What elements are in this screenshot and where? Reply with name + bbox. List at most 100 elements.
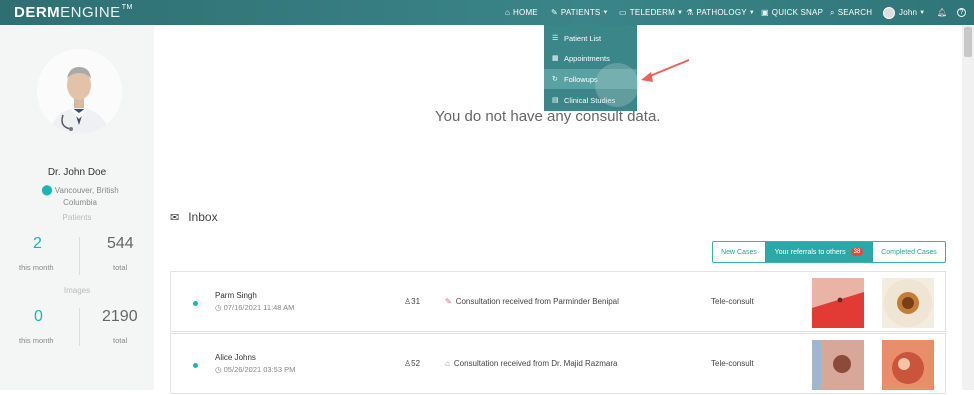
consult-date-text: 07/16/2021 11:48 AM bbox=[223, 303, 295, 312]
chevron-down-icon: ▼ bbox=[602, 9, 609, 16]
menu-item-label: Appointments bbox=[564, 53, 610, 63]
menu-item-patient-list[interactable]: ☰ Patient List bbox=[544, 28, 637, 48]
nav-pathology[interactable]: ⚗ PATHOLOGY ▼ bbox=[686, 0, 755, 25]
patient-name[interactable]: Alice Johns bbox=[215, 353, 256, 362]
consult-message: ⌂ Consultation received from Dr. Majid Ra… bbox=[445, 359, 617, 368]
lesion-thumbnail[interactable] bbox=[812, 340, 864, 390]
nav-search-label: SEARCH bbox=[837, 8, 873, 17]
patient-name[interactable]: Parm Singh bbox=[215, 291, 257, 300]
unread-dot-icon bbox=[193, 363, 198, 368]
nav-telederm[interactable]: ▭ TELEDERM ▼ bbox=[619, 0, 683, 25]
bell-icon: 🔔︎ bbox=[937, 8, 948, 17]
list-icon: ☰ bbox=[552, 35, 559, 42]
top-navbar: DERMENGINETM ⌂ HOME ✎ PATIENTS ▼ ▭ TELEDERM ▼… bbox=[0, 0, 974, 25]
doctor-location: ⬤ Vancouver, British Columbia bbox=[30, 185, 130, 209]
search-icon: ⌕ bbox=[830, 7, 835, 17]
patients-icon: ✎ bbox=[551, 8, 558, 17]
consult-message-text: Consultation received from Dr. Majid Raz… bbox=[453, 359, 618, 368]
consult-message-text: Consultation received from Parminder Ben… bbox=[455, 297, 619, 306]
consult-type: Tele-consult bbox=[711, 297, 754, 306]
tab-new-cases[interactable]: New Cases bbox=[713, 242, 765, 262]
images-this-month-count: 0 bbox=[34, 308, 43, 325]
nav-search[interactable]: ⌕ SEARCH bbox=[830, 0, 872, 25]
nav-quick-snap-label: QUICK SNAP bbox=[771, 8, 824, 17]
chevron-down-icon: ▼ bbox=[676, 9, 684, 16]
consult-date: ◷ 05/26/2021 03:53 PM bbox=[215, 365, 295, 374]
clock-icon: ◷ bbox=[215, 303, 222, 312]
dermengine-logo[interactable]: DERMENGINETM bbox=[14, 4, 133, 21]
nav-patients[interactable]: ✎ PATIENTS ▼ bbox=[551, 0, 609, 25]
tab-completed-cases[interactable]: Completed Cases bbox=[873, 242, 945, 262]
camera-icon: ▣ bbox=[761, 8, 769, 17]
home-icon: ⌂ bbox=[505, 8, 511, 17]
page-scrollbar[interactable] bbox=[962, 25, 974, 390]
annotation-arrow-icon bbox=[641, 59, 690, 82]
location-pin-icon: ⬤ bbox=[41, 185, 53, 196]
profile-sidebar: Dr. John Doe ⬤ Vancouver, British Columb… bbox=[0, 25, 154, 390]
chevron-down-icon: ▼ bbox=[748, 9, 755, 16]
inbox-tabs: New Cases Your referrals to others 38 Com… bbox=[712, 241, 946, 263]
envelope-icon: ✉ bbox=[170, 212, 180, 224]
patient-age-text: 52 bbox=[411, 359, 421, 368]
telederm-icon: ▭ bbox=[619, 8, 627, 17]
inbox-title-text: Inbox bbox=[188, 210, 218, 224]
calendar-icon: ▦ bbox=[552, 55, 559, 62]
doctor-name: Dr. John Doe bbox=[47, 167, 107, 178]
stats-divider bbox=[79, 237, 80, 275]
nav-telederm-label: TELEDERM bbox=[629, 8, 675, 17]
scrollbar-thumb[interactable] bbox=[964, 27, 972, 57]
nav-home[interactable]: ⌂ HOME bbox=[505, 0, 538, 25]
menu-item-label: Patient List bbox=[564, 33, 602, 43]
click-highlight bbox=[595, 63, 639, 107]
clock-icon: ◷ bbox=[215, 365, 222, 374]
inbox-heading: ✉ Inbox bbox=[170, 210, 218, 224]
menu-item-label: Followups bbox=[564, 74, 598, 84]
images-this-month-caption: this month bbox=[19, 336, 54, 345]
doctor-location-text: Vancouver, British Columbia bbox=[54, 186, 119, 207]
patient-age-text: 31 bbox=[411, 297, 421, 306]
patients-this-month-count: 2 bbox=[33, 235, 42, 252]
patients-stats-label: Patients bbox=[62, 213, 92, 222]
inbox-row[interactable]: Alice Johns ◷ 05/26/2021 03:53 PM ♙52 ⌂ C… bbox=[170, 333, 946, 394]
nav-quick-snap[interactable]: ▣ QUICK SNAP bbox=[761, 0, 823, 25]
consult-message: ✎ Consultation received from Parminder Be… bbox=[445, 297, 619, 306]
hospital-icon: ⌂ bbox=[445, 359, 450, 368]
tab-referrals-label: Your referrals to others bbox=[774, 248, 846, 256]
logo-bold-text: DERM bbox=[14, 4, 61, 21]
microscope-icon: ⚗ bbox=[686, 8, 694, 17]
chevron-down-icon: ▼ bbox=[919, 9, 926, 16]
stats-divider bbox=[79, 308, 80, 346]
tab-referrals-to-others[interactable]: Your referrals to others 38 bbox=[765, 242, 873, 262]
inbox-row[interactable]: Parm Singh ◷ 07/16/2021 11:48 AM ♙31 ✎ Co… bbox=[170, 271, 946, 332]
dermoscopy-thumbnail[interactable] bbox=[882, 278, 934, 328]
nav-user-label: John bbox=[899, 8, 918, 17]
images-total-count: 2190 bbox=[102, 308, 138, 325]
consult-type: Tele-consult bbox=[711, 359, 754, 368]
nav-pathology-label: PATHOLOGY bbox=[696, 8, 747, 17]
referrals-count-badge: 38 bbox=[850, 248, 864, 256]
consult-date: ◷ 07/16/2021 11:48 AM bbox=[215, 303, 294, 312]
patient-age: ♙31 bbox=[404, 297, 420, 306]
id-card-icon: ▤ bbox=[552, 97, 559, 104]
consult-date-text: 05/26/2021 03:53 PM bbox=[223, 365, 296, 374]
logo-thin-text: ENGINE bbox=[60, 4, 121, 21]
patients-total-caption: total bbox=[113, 263, 128, 272]
patients-this-month-caption: this month bbox=[19, 263, 54, 272]
logo-trademark: TM bbox=[121, 4, 133, 11]
patient-age: ♙52 bbox=[404, 359, 420, 368]
unread-dot-icon bbox=[193, 301, 198, 306]
lesion-thumbnail[interactable] bbox=[812, 278, 864, 328]
doctor-avatar bbox=[37, 49, 122, 134]
help-icon: ? bbox=[957, 8, 966, 17]
images-stats-label: Images bbox=[63, 286, 91, 295]
images-total-caption: total bbox=[113, 336, 128, 345]
pencil-icon: ✎ bbox=[445, 297, 452, 306]
nav-patients-label: PATIENTS bbox=[560, 8, 601, 17]
user-avatar bbox=[883, 6, 895, 19]
dermoscopy-thumbnail[interactable] bbox=[882, 340, 934, 390]
patients-total-count: 544 bbox=[107, 235, 134, 252]
help-button[interactable]: ? bbox=[957, 0, 966, 25]
nav-user-menu[interactable]: John ▼ bbox=[883, 0, 925, 25]
notifications-button[interactable]: 🔔︎ bbox=[937, 0, 950, 25]
refresh-icon: ↻ bbox=[552, 76, 558, 83]
